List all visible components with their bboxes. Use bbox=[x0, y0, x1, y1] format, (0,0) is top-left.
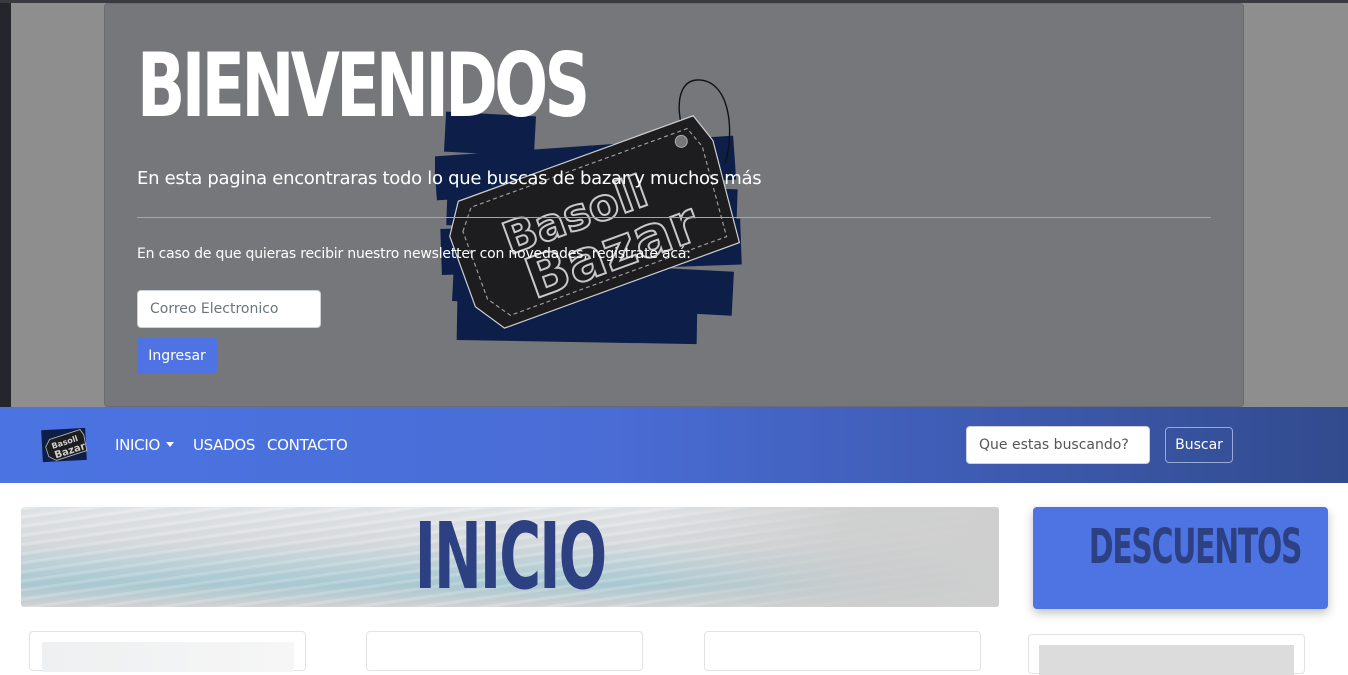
product-card[interactable] bbox=[704, 631, 981, 671]
search-input[interactable] bbox=[966, 426, 1150, 464]
product-image bbox=[42, 642, 294, 672]
nav-item-contacto[interactable]: CONTACTO bbox=[267, 436, 348, 454]
nav-item-inicio[interactable]: INICIO bbox=[115, 436, 174, 454]
product-image bbox=[1039, 645, 1294, 675]
banner-title: INICIO bbox=[414, 507, 607, 607]
inicio-banner: INICIO bbox=[21, 507, 999, 607]
product-card[interactable] bbox=[366, 631, 643, 671]
nav-item-inicio-label: INICIO bbox=[115, 436, 160, 454]
caret-down-icon bbox=[165, 442, 174, 447]
window-edge bbox=[0, 0, 11, 407]
hero-jumbotron: Basoll Bazar BIENVENIDOS En esta pagina … bbox=[104, 3, 1244, 407]
product-card[interactable] bbox=[29, 631, 306, 672]
newsletter-submit-button[interactable]: Ingresar bbox=[137, 337, 217, 374]
hero-subtitle: En esta pagina encontraras todo lo que b… bbox=[137, 168, 762, 189]
search-button[interactable]: Buscar bbox=[1165, 427, 1233, 463]
nav-item-usados[interactable]: USADOS bbox=[193, 436, 255, 454]
hero-title: BIENVENIDOS bbox=[137, 34, 590, 137]
email-field[interactable] bbox=[137, 290, 321, 328]
discounts-card[interactable]: DESCUENTOS bbox=[1033, 507, 1328, 609]
discount-product-card[interactable] bbox=[1028, 634, 1305, 675]
brand-logo[interactable]: Basoll Bazar bbox=[40, 423, 90, 467]
hero-divider bbox=[137, 217, 1211, 218]
hero-section: Basoll Bazar BIENVENIDOS En esta pagina … bbox=[0, 0, 1348, 407]
discounts-title: DESCUENTOS bbox=[1088, 519, 1303, 575]
main-navbar: Basoll Bazar INICIO USADOS CONTACTO Busc… bbox=[0, 407, 1348, 483]
newsletter-text: En caso de que quieras recibir nuestro n… bbox=[137, 246, 691, 262]
